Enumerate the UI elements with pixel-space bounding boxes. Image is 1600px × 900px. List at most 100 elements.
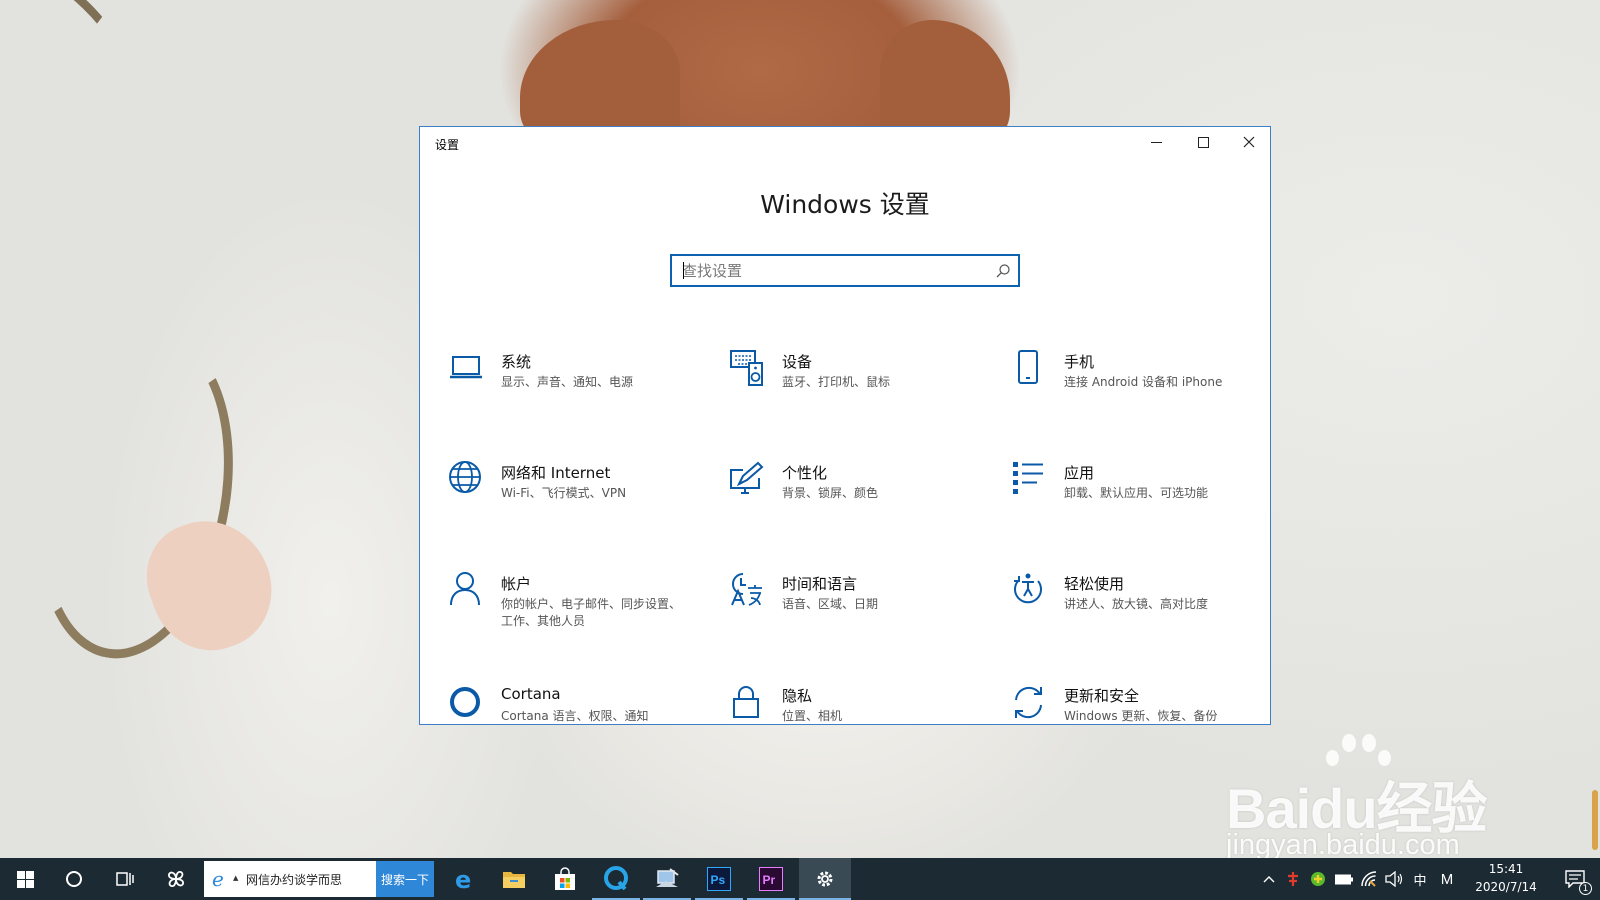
tile-personalization[interactable]: 个性化 背景、锁屏、颜色: [729, 460, 999, 550]
tile-system-name: 系统: [501, 353, 532, 371]
maximize-icon: [1197, 136, 1209, 148]
web-search-button[interactable]: 搜索一下: [376, 861, 434, 897]
folder-icon: [503, 872, 525, 888]
tile-network[interactable]: 网络和 Internet Wi-Fi、飞行模式、VPN: [448, 460, 718, 550]
ie-browser-icon: e: [212, 869, 224, 889]
browser-q-icon: [604, 866, 628, 891]
minimize-button[interactable]: [1133, 127, 1179, 157]
pinwheel-icon: [168, 871, 184, 887]
keyboard-speaker-icon: [730, 350, 763, 386]
ease-of-access-icon: [1014, 573, 1042, 604]
tile-phone[interactable]: 手机 连接 Android 设备和 iPhone: [1011, 349, 1270, 439]
tile-accounts[interactable]: 帐户 你的帐户、电子邮件、同步设置、工作、其他人员: [448, 571, 718, 661]
title-bar[interactable]: 设置: [420, 127, 1270, 157]
ime-mode[interactable]: M: [1434, 858, 1460, 900]
taskbar-app-file-explorer[interactable]: [490, 858, 538, 900]
taskbar-app-store[interactable]: [541, 858, 589, 900]
dropdown-arrow-icon[interactable]: ▲: [233, 874, 238, 882]
tile-time-language-name: 时间和语言: [782, 575, 858, 593]
tile-time-language[interactable]: 时间和语言 语音、区域、日期: [729, 571, 999, 661]
tile-privacy[interactable]: 隐私 位置、相机: [729, 683, 999, 724]
tile-accounts-name: 帐户: [501, 575, 532, 593]
tile-apps[interactable]: 应用 卸载、默认应用、可选功能: [1011, 460, 1270, 550]
tile-apps-name: 应用: [1064, 464, 1095, 482]
refresh-icon: [1015, 686, 1042, 719]
watermark-url: jingyan.baidu.com: [1226, 829, 1460, 858]
tile-network-desc: Wi-Fi、飞行模式、VPN: [501, 486, 627, 500]
globe-icon: [449, 461, 481, 493]
tile-apps-desc: 卸载、默认应用、可选功能: [1064, 486, 1209, 500]
app-list-icon: [1013, 462, 1043, 494]
tile-personalization-desc: 背景、锁屏、颜色: [782, 486, 879, 500]
premiere-icon: Pr: [759, 867, 783, 891]
battery-icon: [1335, 874, 1353, 884]
tile-cortana-desc: Cortana 语言、权限、通知: [501, 709, 649, 723]
tray-app-security[interactable]: [1306, 858, 1330, 900]
minimize-icon: [1150, 141, 1162, 143]
tile-system[interactable]: 系统 显示、声音、通知、电源: [448, 349, 718, 439]
tile-privacy-name: 隐私: [782, 687, 813, 705]
shield-plus-icon: [1311, 872, 1325, 886]
window-title: 设置: [435, 138, 460, 152]
tile-ease-of-access-name: 轻松使用: [1064, 575, 1125, 593]
network-indicator[interactable]: [1357, 858, 1381, 900]
tile-cortana[interactable]: Cortana Cortana 语言、权限、通知: [448, 683, 718, 724]
clock-time: 15:41: [1488, 862, 1524, 876]
svg-text:Pr: Pr: [763, 873, 776, 887]
store-bag-icon: [555, 867, 575, 890]
tile-phone-name: 手机: [1064, 353, 1095, 371]
taskbar-app-premiere[interactable]: Pr: [747, 858, 795, 900]
baidu-watermark: Baidu经验 jingyan.baidu.com: [1226, 734, 1516, 858]
close-icon: [1243, 136, 1255, 148]
tray-app-red[interactable]: [1282, 858, 1304, 900]
search-box[interactable]: [670, 254, 1020, 287]
laptop-icon: [450, 356, 482, 379]
taskbar-app-photoshop[interactable]: Ps: [695, 858, 743, 900]
taskbar-app-pinwheel[interactable]: [152, 858, 200, 900]
taskbar-app-browser[interactable]: [592, 858, 640, 900]
task-view-icon: [116, 872, 134, 886]
search-input[interactable]: [672, 256, 972, 285]
start-button[interactable]: [0, 858, 50, 900]
notification-count: 1: [1579, 882, 1592, 895]
tile-ease-of-access-desc: 讲述人、放大镜、高对比度: [1064, 597, 1209, 611]
tile-ease-of-access[interactable]: 轻松使用 讲述人、放大镜、高对比度: [1011, 571, 1270, 661]
ime-language[interactable]: 中: [1408, 858, 1432, 900]
settings-window: 设置 Windows 设置 系统 显示、声音、通知、电源: [419, 126, 1271, 725]
taskbar-app-remote[interactable]: [643, 858, 691, 900]
edge-scroll-indicator: [1592, 790, 1598, 850]
show-hidden-icons-button[interactable]: [1258, 858, 1280, 900]
maximize-button[interactable]: [1180, 127, 1226, 157]
taskbar-web-search[interactable]: e ▲ 网信办约谈学而思 搜索一下: [204, 861, 434, 897]
system-clock[interactable]: 15:41 2020/7/14: [1464, 860, 1548, 896]
close-button[interactable]: [1226, 127, 1270, 157]
search-icon[interactable]: [995, 263, 1011, 279]
clock-date: 2020/7/14: [1475, 880, 1537, 894]
web-search-query[interactable]: 网信办约谈学而思: [246, 871, 342, 888]
paint-monitor-icon: [730, 461, 764, 494]
battery-indicator[interactable]: [1332, 858, 1356, 900]
taskbar-app-edge[interactable]: e: [440, 858, 488, 900]
task-view-button[interactable]: [100, 858, 148, 900]
tile-system-desc: 显示、声音、通知、电源: [501, 375, 634, 389]
action-center-button[interactable]: 1: [1555, 858, 1595, 900]
svg-text:e: e: [212, 869, 224, 889]
tile-update-security[interactable]: 更新和安全 Windows 更新、恢复、备份: [1011, 683, 1270, 724]
cortana-ring-icon: [450, 687, 480, 717]
tile-devices[interactable]: 设备 蓝牙、打印机、鼠标: [729, 349, 999, 439]
edge-icon: e: [455, 867, 471, 891]
tile-cortana-name: Cortana: [501, 685, 561, 703]
wifi-icon: [1361, 871, 1377, 887]
lock-icon: [733, 686, 759, 718]
tile-accounts-desc: 你的帐户、电子邮件、同步设置、工作、其他人员: [501, 597, 682, 628]
tile-personalization-name: 个性化: [782, 464, 828, 482]
tile-update-security-desc: Windows 更新、恢复、备份: [1064, 709, 1218, 723]
volume-indicator[interactable]: [1382, 858, 1406, 900]
tile-update-security-name: 更新和安全: [1064, 687, 1140, 705]
speaker-icon: [1385, 871, 1403, 887]
taskbar: e ▲ 网信办约谈学而思 搜索一下 e Ps Pr 中 M 15:41 2020…: [0, 858, 1600, 900]
red-app-icon: [1288, 872, 1298, 886]
cortana-search-button[interactable]: [50, 858, 98, 900]
taskbar-app-settings[interactable]: [799, 858, 851, 900]
cortana-circle-icon: [66, 871, 82, 887]
